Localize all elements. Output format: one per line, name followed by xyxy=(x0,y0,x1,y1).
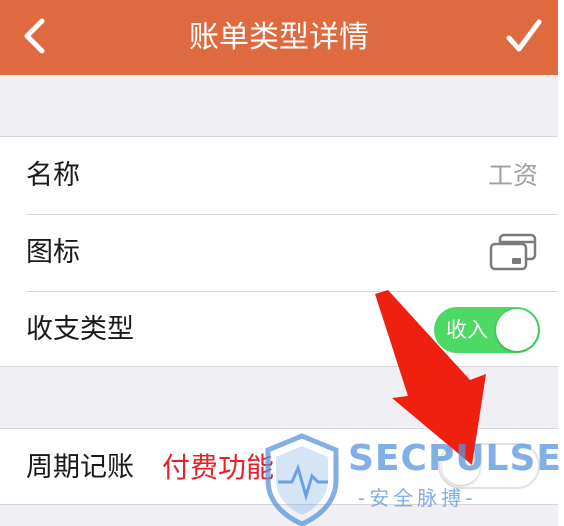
checkmark-icon xyxy=(506,19,542,52)
income-type-toggle[interactable]: 收入 xyxy=(434,307,540,353)
page-title: 账单类型详情 xyxy=(189,20,369,55)
screen-edge xyxy=(558,0,564,526)
toggle-knob xyxy=(442,447,480,485)
recurring-label: 周期记账 xyxy=(26,452,134,483)
icon-label: 图标 xyxy=(26,237,80,268)
recurring-toggle[interactable] xyxy=(438,443,540,489)
name-value[interactable]: 工资 xyxy=(488,137,538,214)
name-label: 名称 xyxy=(26,160,80,191)
name-row[interactable]: 名称 工资 xyxy=(0,137,558,214)
details-group: 名称 工资 图标 收支类型 收入 xyxy=(0,136,558,367)
recurring-row: 周期记账 付费功能 xyxy=(0,429,558,506)
type-label: 收支类型 xyxy=(26,314,134,345)
nav-bar: 账单类型详情 xyxy=(0,0,558,75)
card-icon[interactable] xyxy=(488,232,538,272)
bill-type-detail-screen: 账单类型详情 名称 工资 图标 收支类型 收入 周期记账 付费功能 SECPUL… xyxy=(0,0,564,526)
confirm-button[interactable] xyxy=(504,14,544,58)
toggle-knob xyxy=(496,309,538,351)
toggle-text: 收入 xyxy=(446,318,488,342)
income-expense-type-row: 收支类型 收入 xyxy=(0,291,558,368)
icon-row[interactable]: 图标 xyxy=(0,214,558,291)
recurring-group: 周期记账 付费功能 xyxy=(0,428,558,505)
paid-feature-label: 付费功能 xyxy=(162,451,275,484)
